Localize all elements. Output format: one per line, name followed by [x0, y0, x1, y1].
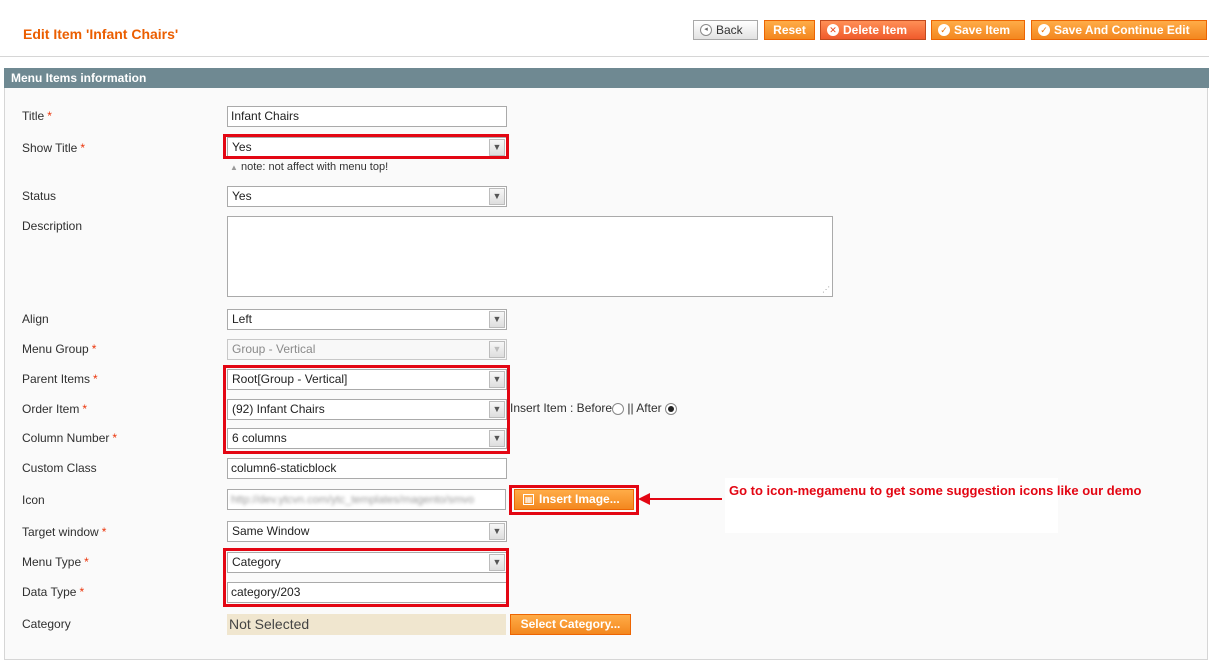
show-title-label: Show Title * [22, 141, 86, 155]
highlight-box [223, 548, 509, 607]
title-label: Title * [22, 109, 52, 123]
parent-items-label: Parent Items * [22, 372, 98, 386]
highlight-box [223, 365, 510, 454]
target-window-label: Target window * [22, 525, 107, 539]
header-divider [0, 56, 1209, 57]
show-title-note: ▲ note: not affect with menu top! [230, 161, 389, 173]
insert-before-radio[interactable] [612, 402, 625, 415]
menu-type-label: Menu Type * [22, 555, 89, 569]
arrow-left-icon [638, 493, 650, 505]
highlight-box [223, 134, 509, 159]
section-header: Menu Items information [4, 68, 1209, 88]
page-title: Edit Item 'Infant Chairs' [23, 26, 179, 42]
order-item-label: Order Item * [22, 402, 88, 416]
back-arrow-icon: ◂ [700, 24, 712, 36]
category-label: Category [22, 617, 71, 631]
select-category-button[interactable]: Select Category... [510, 614, 631, 635]
check-icon: ✓ [938, 24, 950, 36]
highlight-box [509, 485, 639, 515]
custom-class-label: Custom Class [22, 461, 97, 475]
description-label: Description [22, 219, 83, 233]
check-icon: ✓ [1038, 24, 1050, 36]
delete-item-button[interactable]: ✕ Delete Item [820, 20, 926, 40]
status-select[interactable]: Yes ▼ [227, 186, 507, 207]
form-fieldset [4, 88, 1208, 660]
status-label: Status [22, 189, 57, 203]
save-item-button[interactable]: ✓ Save Item [931, 20, 1025, 40]
triangle-up-icon: ▲ [230, 163, 238, 172]
insert-position-group: Insert Item : Before || After [510, 401, 677, 415]
reset-button[interactable]: Reset [764, 20, 815, 40]
menu-group-select: Group - Vertical ▼ [227, 339, 507, 360]
menu-group-label: Menu Group * [22, 342, 97, 356]
icon-label: Icon [22, 493, 45, 507]
icon-input[interactable]: http://dev.ytcvn.com/ytc_templates/magen… [227, 489, 506, 510]
delete-icon: ✕ [827, 24, 839, 36]
title-input[interactable]: Infant Chairs [227, 106, 507, 127]
annotation-arrow-line [648, 498, 722, 500]
annotation-text: Go to icon-megamenu to get some suggesti… [729, 483, 1142, 498]
chevron-down-icon: ▼ [489, 311, 505, 328]
category-value: Not Selected [227, 614, 506, 635]
align-select[interactable]: Left ▼ [227, 309, 507, 330]
column-number-label: Column Number * [22, 431, 118, 445]
save-and-continue-button[interactable]: ✓ Save And Continue Edit [1031, 20, 1207, 40]
insert-after-radio[interactable] [664, 402, 677, 415]
chevron-down-icon: ▼ [489, 188, 505, 205]
back-button[interactable]: ◂ Back [693, 20, 758, 40]
align-label: Align [22, 312, 49, 326]
resize-grip-icon[interactable]: ⋰ [822, 286, 830, 294]
target-window-select[interactable]: Same Window ▼ [227, 521, 507, 542]
description-textarea[interactable]: ⋰ [227, 216, 833, 297]
data-type-label: Data Type * [22, 585, 85, 599]
chevron-down-icon: ▼ [489, 523, 505, 540]
custom-class-input[interactable]: column6-staticblock [227, 458, 507, 479]
chevron-down-icon: ▼ [489, 341, 505, 358]
